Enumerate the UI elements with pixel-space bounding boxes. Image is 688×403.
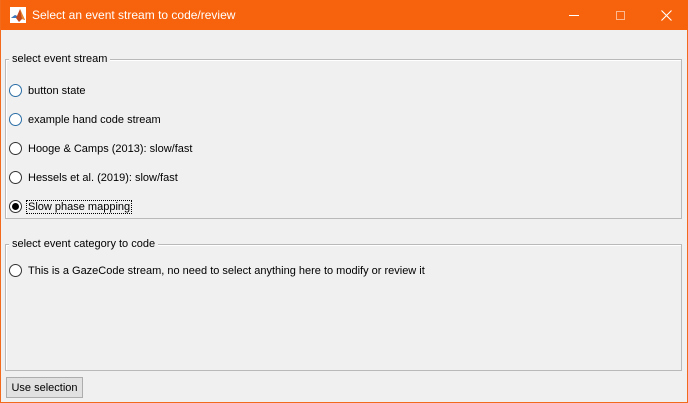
stream-option-label: Hooge & Camps (2013): slow/fast	[28, 142, 193, 155]
maximize-button[interactable]	[597, 0, 643, 30]
category-option-label: This is a GazeCode stream, no need to se…	[28, 264, 425, 277]
stream-option-label: Slow phase mapping	[25, 199, 133, 214]
radio-button[interactable]	[9, 113, 22, 126]
minimize-button[interactable]	[551, 0, 597, 30]
stream-option-hooge-camps[interactable]: Hooge & Camps (2013): slow/fast	[9, 140, 193, 157]
radio-button[interactable]	[9, 171, 22, 184]
minimize-icon	[569, 14, 579, 16]
radio-button[interactable]	[9, 142, 22, 155]
stream-option-slow-phase-mapping[interactable]: Slow phase mapping	[9, 198, 133, 215]
title-bar[interactable]: Select an event stream to code/review	[1, 0, 688, 30]
radio-dot-icon	[12, 203, 19, 210]
radio-button[interactable]	[9, 84, 22, 97]
stream-option-button-state[interactable]: button state	[9, 82, 87, 99]
use-selection-button[interactable]: Use selection	[6, 377, 83, 398]
category-option-gazecode[interactable]: This is a GazeCode stream, no need to se…	[9, 262, 426, 279]
stream-option-label: button state	[28, 84, 86, 97]
stream-option-label: example hand code stream	[28, 113, 161, 126]
maximize-icon	[615, 10, 625, 20]
stream-option-example-hand-code[interactable]: example hand code stream	[9, 111, 162, 128]
stream-option-hessels[interactable]: Hessels et al. (2019): slow/fast	[9, 169, 179, 186]
window-title: Select an event stream to code/review	[32, 8, 236, 22]
dialog-window: Select an event stream to code/review se…	[0, 0, 688, 403]
matlab-icon	[10, 7, 26, 23]
close-button[interactable]	[643, 0, 688, 30]
close-icon	[660, 9, 672, 21]
radio-button-selected[interactable]	[9, 200, 22, 213]
event-category-legend: select event category to code	[9, 237, 159, 252]
event-stream-group: select event stream button state example…	[5, 52, 682, 219]
stream-option-label: Hessels et al. (2019): slow/fast	[28, 171, 178, 184]
event-stream-legend: select event stream	[9, 52, 111, 67]
event-category-group: select event category to code This is a …	[5, 237, 682, 371]
radio-button[interactable]	[9, 264, 22, 277]
